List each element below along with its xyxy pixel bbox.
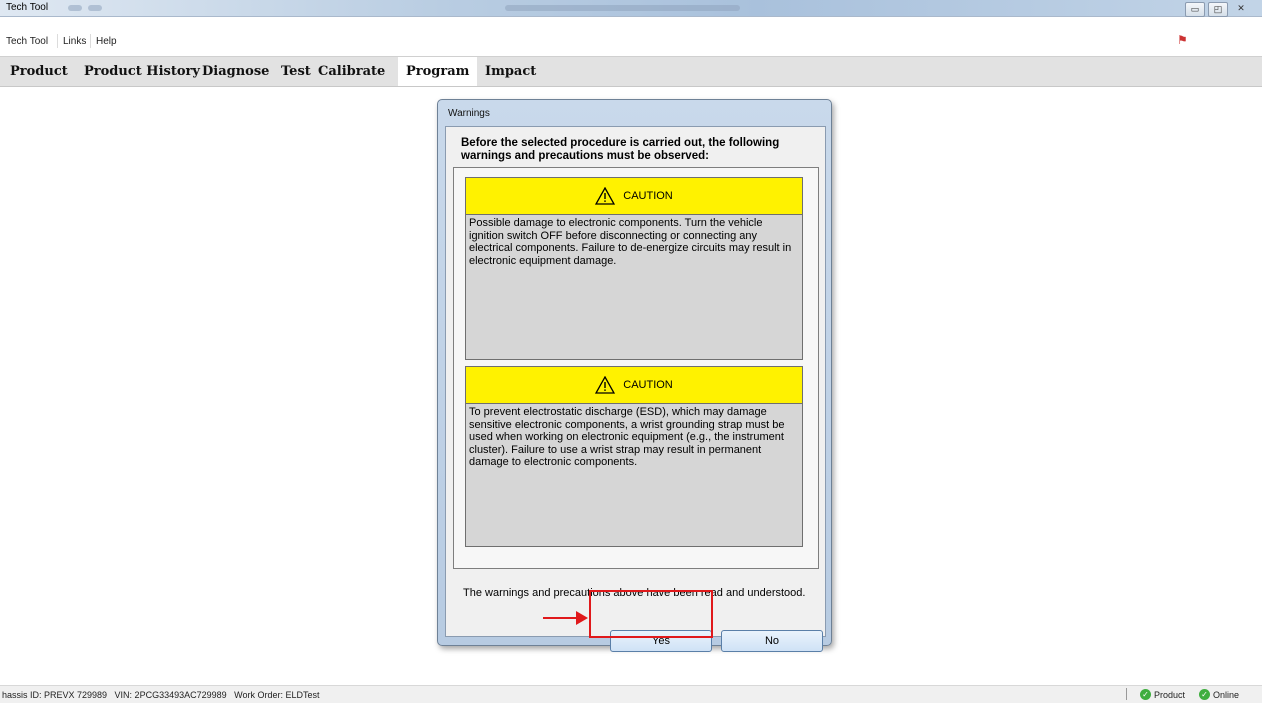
online-status-label: Online bbox=[1213, 689, 1240, 700]
menu-separator bbox=[90, 34, 91, 48]
caution-header: CAUTION bbox=[466, 367, 802, 404]
menu-bar: Tech Tool Links Help ⚑ bbox=[0, 33, 1262, 50]
check-icon: ✓ bbox=[1199, 689, 1210, 700]
arrow-head-icon bbox=[576, 611, 588, 625]
tab-calibrate[interactable]: Calibrate bbox=[318, 57, 385, 86]
warning-triangle-icon bbox=[595, 187, 616, 205]
menu-help[interactable]: Help bbox=[96, 36, 117, 47]
nav-bar: Product Product History Diagnose Test Ca… bbox=[0, 56, 1262, 87]
warning-triangle-icon bbox=[595, 376, 616, 394]
menu-separator bbox=[57, 34, 58, 48]
minimize-icon[interactable]: ▭ bbox=[1185, 2, 1205, 17]
check-icon: ✓ bbox=[1140, 689, 1151, 700]
dialog-title: Warnings bbox=[448, 108, 490, 119]
tab-product[interactable]: Product bbox=[10, 57, 68, 86]
window-title: Tech Tool bbox=[6, 2, 49, 13]
caution-text: Possible damage to electronic components… bbox=[469, 217, 792, 267]
status-separator bbox=[1126, 688, 1127, 700]
menu-tech-tool[interactable]: Tech Tool bbox=[6, 36, 48, 47]
highlight-annotation bbox=[589, 590, 713, 638]
tab-program[interactable]: Program bbox=[398, 57, 478, 86]
warnings-list[interactable]: CAUTION Possible damage to electronic co… bbox=[453, 167, 819, 569]
caution-label: CAUTION bbox=[623, 190, 673, 202]
tab-product-history[interactable]: Product History bbox=[84, 57, 200, 86]
caution-card: CAUTION Possible damage to electronic co… bbox=[465, 177, 803, 360]
caution-header: CAUTION bbox=[466, 178, 802, 215]
annotation-arrow bbox=[543, 617, 580, 619]
alert-icon[interactable]: ⚑ bbox=[1177, 33, 1188, 47]
titlebar-background-text bbox=[505, 5, 740, 11]
dialog-header-text: Before the selected procedure is carried… bbox=[461, 137, 780, 162]
product-status: ✓ Product bbox=[1140, 689, 1185, 700]
titlebar-quick-access-icon bbox=[68, 5, 82, 11]
window-title-bar: Tech Tool ▭ ◰ ✕ bbox=[0, 0, 1262, 17]
restore-icon[interactable]: ◰ bbox=[1208, 2, 1228, 17]
status-bar: hassis ID: PREVX 729989 VIN: 2PCG33493AC… bbox=[0, 685, 1262, 703]
tab-diagnose[interactable]: Diagnose bbox=[202, 57, 269, 86]
caution-text: To prevent electrostatic discharge (ESD)… bbox=[469, 406, 785, 468]
tab-impact[interactable]: Impact bbox=[485, 57, 536, 86]
titlebar-quick-access-icon bbox=[88, 5, 102, 11]
caution-label: CAUTION bbox=[623, 379, 673, 391]
vehicle-info: hassis ID: PREVX 729989 VIN: 2PCG33493AC… bbox=[2, 690, 320, 700]
menu-links[interactable]: Links bbox=[63, 36, 86, 47]
warnings-dialog: Warnings Before the selected procedure i… bbox=[437, 99, 832, 652]
no-button[interactable]: No bbox=[721, 630, 823, 652]
close-icon[interactable]: ✕ bbox=[1232, 2, 1250, 15]
product-status-label: Product bbox=[1154, 689, 1186, 700]
online-status: ✓ Online bbox=[1199, 689, 1239, 700]
dialog-content: Before the selected procedure is carried… bbox=[445, 126, 826, 652]
caution-card: CAUTION To prevent electrostatic dischar… bbox=[465, 366, 803, 547]
tab-test[interactable]: Test bbox=[281, 57, 311, 86]
